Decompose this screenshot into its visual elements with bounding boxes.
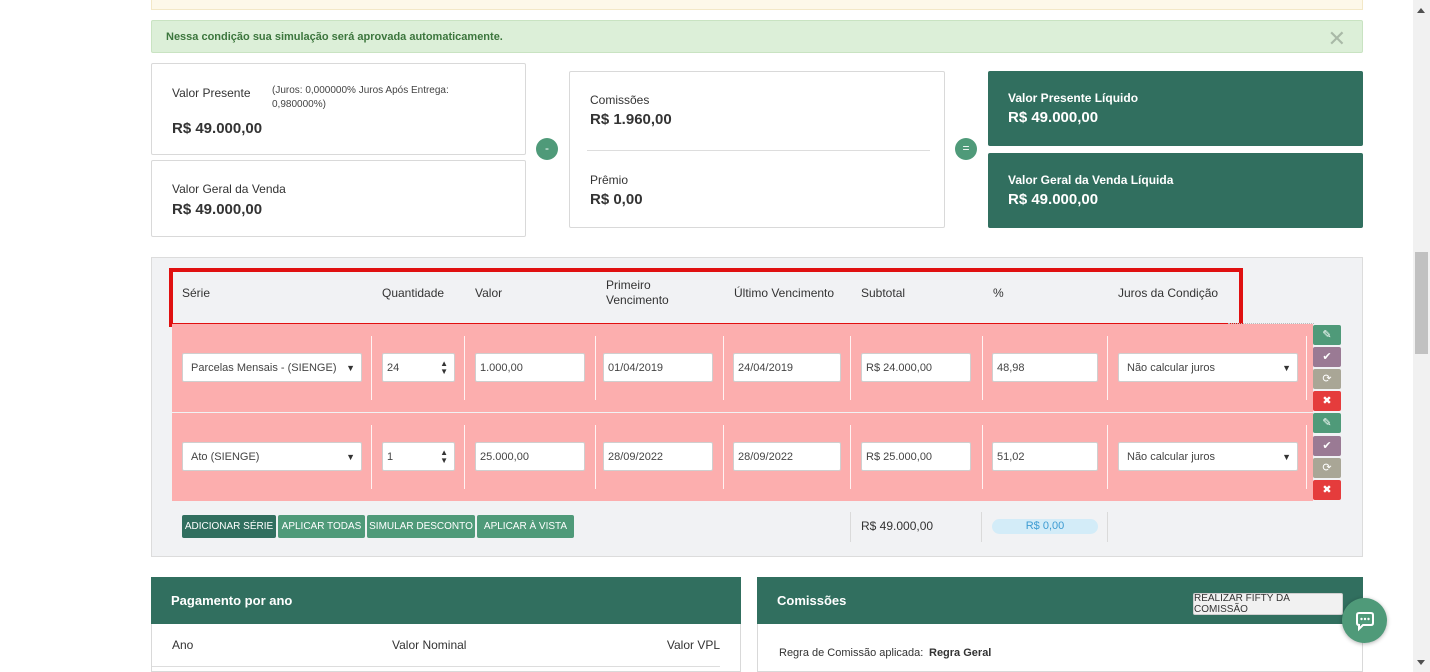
chat-icon xyxy=(1355,611,1374,631)
total-value: R$ 49.000,00 xyxy=(861,519,934,533)
scroll-up-icon[interactable] xyxy=(1417,8,1425,13)
comissoes-panel-body: Regra de Comissão aplicada: Regra Geral xyxy=(757,624,1363,672)
chevron-down-icon: ▼ xyxy=(1282,452,1291,462)
divider xyxy=(850,512,851,542)
pagamento-title: Pagamento por ano xyxy=(171,593,293,608)
primeiro-vencimento-input[interactable]: 28/09/2022 xyxy=(603,442,713,471)
quantidade-stepper[interactable]: 24 ▲ ▼ xyxy=(382,353,455,382)
col-valor-nominal: Valor Nominal xyxy=(392,638,467,652)
refresh-icon[interactable]: ⟳ xyxy=(1313,458,1341,478)
apply-all-button[interactable]: APLICAR TODAS xyxy=(278,515,365,538)
valor-geral-card: Valor Geral da Venda R$ 49.000,00 xyxy=(151,160,526,237)
equals-operator-icon: = xyxy=(955,138,977,160)
edit-icon[interactable]: ✎ xyxy=(1313,413,1341,433)
valor-geral-label: Valor Geral da Venda xyxy=(172,182,286,196)
subtotal-input[interactable]: R$ 25.000,00 xyxy=(861,442,971,471)
rule-label: Regra de Comissão aplicada: xyxy=(779,647,924,659)
serie-select-value: Parcelas Mensais - (SIENGE) xyxy=(191,361,337,374)
comissoes-premio-card: Comissões R$ 1.960,00 Prêmio R$ 0,00 xyxy=(569,71,945,228)
comissoes-panel-title: Comissões xyxy=(777,593,847,608)
comissoes-value: R$ 1.960,00 xyxy=(590,111,672,128)
serie-select-value: Ato (SIENGE) xyxy=(191,450,260,463)
comissoes-label: Comissões xyxy=(590,93,650,107)
valor-input[interactable]: 25.000,00 xyxy=(475,442,585,471)
percent-input[interactable]: 48,98 xyxy=(992,353,1098,382)
delete-icon[interactable]: ✖ xyxy=(1313,391,1341,411)
delete-icon[interactable]: ✖ xyxy=(1313,480,1341,500)
valor-geral-value: R$ 49.000,00 xyxy=(172,201,263,218)
juros-select[interactable]: Não calcular juros ▼ xyxy=(1118,442,1298,471)
chevron-down-icon: ▼ xyxy=(1282,363,1291,373)
primeiro-vencimento-input[interactable]: 01/04/2019 xyxy=(603,353,713,382)
valor-presente-value: R$ 49.000,00 xyxy=(172,120,263,137)
serie-select[interactable]: Parcelas Mensais - (SIENGE) ▼ xyxy=(182,353,362,382)
vp-liquido-value: R$ 49.000,00 xyxy=(1008,109,1099,126)
pagamento-panel-header: Pagamento por ano xyxy=(151,577,741,624)
ultimo-vencimento-input[interactable]: 28/09/2022 xyxy=(733,442,841,471)
valor-input[interactable]: 1.000,00 xyxy=(475,353,585,382)
apply-cash-button[interactable]: APLICAR À VISTA xyxy=(477,515,574,538)
pagamento-panel-body: Ano Valor Nominal Valor VPL xyxy=(151,624,741,672)
discount-badge: R$ 0,00 xyxy=(992,519,1098,534)
check-icon[interactable]: ✔ xyxy=(1313,436,1341,456)
ultimo-vencimento-input[interactable]: 24/04/2019 xyxy=(733,353,841,382)
close-icon[interactable]: ✕ xyxy=(1328,26,1346,52)
valor-presente-card: Valor Presente (Juros: 0,000000% Juros A… xyxy=(151,63,526,155)
juros-select[interactable]: Não calcular juros ▼ xyxy=(1118,353,1298,382)
juros-note: (Juros: 0,000000% Juros Após Entrega: 0,… xyxy=(272,85,449,110)
stepper-icon: ▲ ▼ xyxy=(440,359,448,376)
chat-button[interactable] xyxy=(1342,598,1387,643)
approval-alert: Nessa condição sua simulação será aprova… xyxy=(151,20,1363,53)
quantidade-value: 24 xyxy=(387,361,400,374)
col-valor-vpl: Valor VPL xyxy=(666,638,720,652)
refresh-icon[interactable]: ⟳ xyxy=(1313,369,1341,389)
vp-liquido-card: Valor Presente Líquido R$ 49.000,00 xyxy=(988,71,1363,146)
stepper-icon: ▲ ▼ xyxy=(440,448,448,465)
juros-select-value: Não calcular juros xyxy=(1127,361,1216,374)
chevron-down-icon: ▼ xyxy=(346,452,355,462)
divider xyxy=(152,666,720,667)
quantidade-value: 1 xyxy=(387,450,394,463)
vg-liquida-label: Valor Geral da Venda Líquida xyxy=(1008,173,1174,187)
percent-input[interactable]: 51,02 xyxy=(992,442,1098,471)
chevron-down-icon: ▼ xyxy=(346,363,355,373)
quantidade-stepper[interactable]: 1 ▲ ▼ xyxy=(382,442,455,471)
alert-text: Nessa condição sua simulação será aprova… xyxy=(166,31,503,43)
premio-value: R$ 0,00 xyxy=(590,191,643,208)
col-ano: Ano xyxy=(172,638,194,652)
scroll-down-icon[interactable] xyxy=(1417,660,1425,665)
edit-icon[interactable]: ✎ xyxy=(1313,325,1341,345)
vertical-scrollbar[interactable] xyxy=(1413,0,1430,672)
vg-liquida-value: R$ 49.000,00 xyxy=(1008,191,1099,208)
notice-bar-top xyxy=(151,0,1363,10)
highlight-box xyxy=(169,268,1243,327)
divider xyxy=(1107,512,1108,542)
serie-select[interactable]: Ato (SIENGE) ▼ xyxy=(182,442,362,471)
subtotal-input[interactable]: R$ 24.000,00 xyxy=(861,353,971,382)
check-icon[interactable]: ✔ xyxy=(1313,347,1341,367)
divider xyxy=(587,150,930,151)
simulate-discount-button[interactable]: SIMULAR DESCONTO xyxy=(367,515,475,538)
rule-value: Regra Geral xyxy=(929,647,992,659)
premio-label: Prêmio xyxy=(590,173,629,187)
vg-liquida-card: Valor Geral da Venda Líquida R$ 49.000,0… xyxy=(988,153,1363,228)
fifty-commission-button[interactable]: REALIZAR FIFTY DA COMISSÃO xyxy=(1193,593,1343,615)
vp-liquido-label: Valor Presente Líquido xyxy=(1008,91,1139,105)
divider xyxy=(981,512,982,542)
add-series-button[interactable]: ADICIONAR SÉRIE xyxy=(182,515,276,538)
scroll-thumb[interactable] xyxy=(1415,252,1428,354)
juros-select-value: Não calcular juros xyxy=(1127,450,1216,463)
minus-operator-icon: - xyxy=(536,138,558,160)
